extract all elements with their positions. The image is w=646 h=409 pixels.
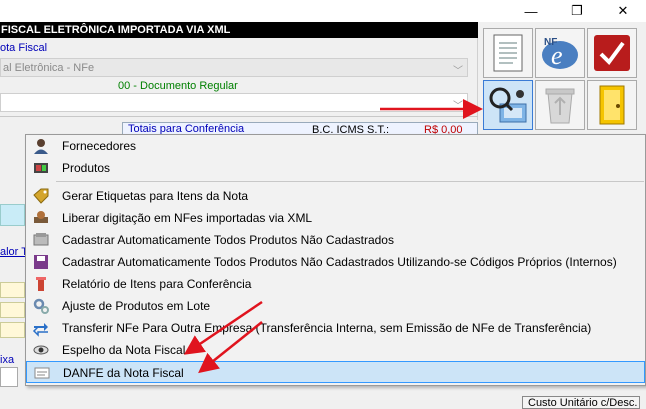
arrow-to-danfe	[198, 321, 263, 374]
arrow-to-espelho	[183, 300, 263, 355]
annotation-arrows	[183, 99, 483, 374]
